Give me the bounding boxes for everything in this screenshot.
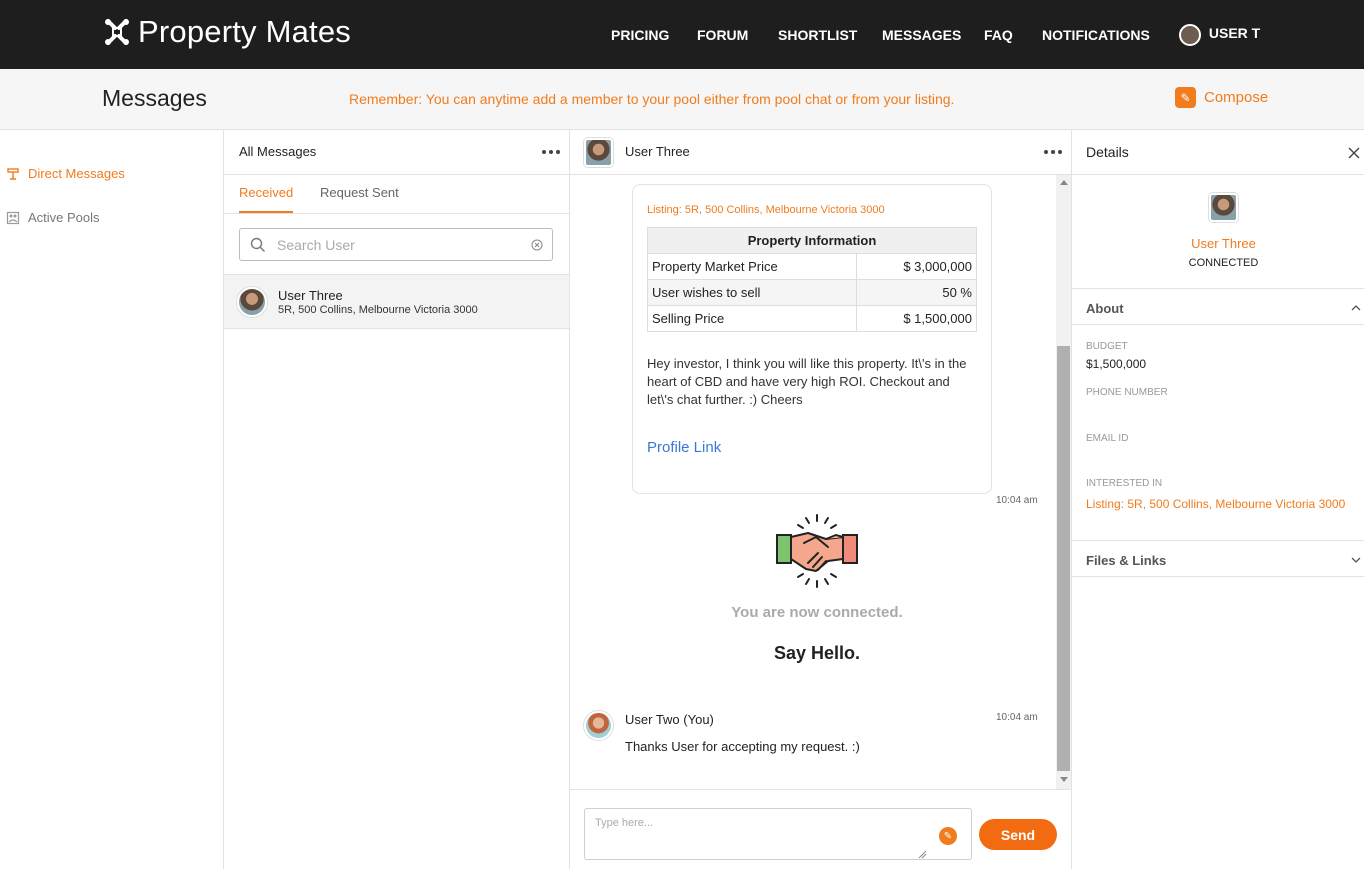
conversation-avatar [237,287,267,317]
phone-label: PHONE NUMBER [1086,387,1168,398]
chat-header-avatar [584,138,613,167]
property-information-table: Property Information Property Market Pri… [647,227,978,332]
table-cell-value: $ 3,000,000 [855,253,978,280]
interested-label: INTERESTED IN [1086,478,1163,489]
chat-scrollbar[interactable] [1056,175,1071,789]
compose-button[interactable]: ✎ Compose [1175,87,1268,108]
tab-request-sent[interactable]: Request Sent [320,185,399,200]
message-sidebar: Direct Messages Active Pools [0,130,224,869]
message-input[interactable] [595,817,925,851]
message-composer: ✎ [584,808,972,860]
nav-pricing[interactable]: PRICING [611,27,669,43]
profile-link[interactable]: Profile Link [647,439,721,456]
details-header: Details [1072,130,1364,175]
compose-label: Compose [1204,89,1269,106]
chat-panel: User Three Listing: 5R, 500 Collins, Mel… [570,130,1072,869]
reply-message-text: Thanks User for accepting my request. :) [625,739,860,754]
more-options-icon[interactable] [1044,150,1062,154]
listing-link[interactable]: Listing: 5R, 500 Collins, Melbourne Vict… [647,204,885,216]
nav-faq[interactable]: FAQ [984,27,1013,43]
sender-avatar [584,711,613,740]
brand-logo[interactable]: Property Mates [102,14,351,50]
composer-divider [570,789,1071,790]
pool-icon [6,211,20,224]
table-cell-label: Property Market Price [647,253,857,280]
conversation-name: User Three [278,288,343,303]
nav-user-label: USER T [1208,25,1261,42]
pencil-icon: ✎ [1175,87,1196,108]
conversation-item[interactable]: User Three 5R, 500 Collins, Melbourne Vi… [224,274,569,329]
chat-header-name: User Three [625,144,690,159]
message-timestamp: 10:04 am [996,712,1038,723]
clear-search-icon[interactable] [531,239,543,251]
chat-messages-area[interactable]: Listing: 5R, 500 Collins, Melbourne Vict… [570,175,1071,789]
table-row: Selling Price $ 1,500,000 [647,305,978,332]
connected-status-text: You are now connected. [731,604,903,621]
nav-user-menu[interactable]: USER T [1179,23,1261,46]
say-hello-text: Say Hello. [773,643,861,663]
listing-message-card: Listing: 5R, 500 Collins, Melbourne Vict… [632,184,992,494]
details-title: Details [1086,144,1129,160]
list-panel-header: All Messages [224,130,569,175]
nav-messages[interactable]: MESSAGES [882,27,961,43]
top-navigation-bar: Property Mates PRICING FORUM SHORTLIST M… [0,0,1364,69]
send-button[interactable]: Send [979,819,1057,850]
brand-name: Property Mates [138,14,351,49]
about-label: About [1086,301,1124,316]
search-user-input[interactable] [277,235,517,255]
tab-received[interactable]: Received [239,185,293,200]
connection-status-badge: CONNECTED [1188,257,1259,269]
table-row: Property Market Price $ 3,000,000 [647,253,978,280]
chat-header: User Three [570,130,1071,175]
scrollbar-thumb[interactable] [1057,346,1070,771]
nav-forum[interactable]: FORUM [697,27,748,43]
table-cell-label: User wishes to sell [647,279,857,306]
sidebar-item-label: Active Pools [28,210,100,225]
nav-shortlist[interactable]: SHORTLIST [778,27,857,43]
scroll-up-arrow-icon[interactable] [1060,180,1068,185]
details-name: User Three [1191,236,1256,251]
chevron-down-icon [1351,557,1361,563]
sidebar-item-active-pools[interactable]: Active Pools [6,210,100,225]
list-panel-title: All Messages [239,144,317,159]
active-tab-indicator [239,211,293,213]
attach-pencil-icon[interactable]: ✎ [939,827,957,845]
budget-label: BUDGET [1086,341,1128,352]
table-header: Property Information [647,227,977,254]
property-mates-logo-icon [105,19,129,45]
reminder-banner: Remember: You can anytime add a member t… [349,91,955,107]
conversation-subtitle: 5R, 500 Collins, Melbourne Victoria 3000 [278,304,478,316]
handshake-icon [776,514,858,588]
chevron-up-icon [1351,305,1361,311]
table-cell-value: 50 % [855,279,978,306]
page-title: Messages [102,85,207,111]
details-avatar [1209,193,1238,222]
about-section-header[interactable]: About [1072,288,1364,325]
message-tabs: Received Request Sent [224,175,569,214]
search-icon [250,237,265,252]
search-box [239,228,553,261]
files-links-section-header[interactable]: Files & Links [1072,540,1364,577]
resize-handle-icon[interactable] [917,849,927,859]
message-timestamp: 10:04 am [996,495,1038,506]
nav-notifications[interactable]: NOTIFICATIONS [1042,27,1150,43]
direct-messages-icon [7,167,19,180]
email-label: EMAIL ID [1086,433,1129,444]
files-links-label: Files & Links [1086,553,1167,568]
more-options-icon[interactable] [542,150,560,154]
scroll-down-arrow-icon[interactable] [1060,777,1068,782]
conversation-list-panel: All Messages Received Request Sent User … [224,130,570,869]
table-cell-value: $ 1,500,000 [855,305,978,332]
table-row: User wishes to sell 50 % [647,279,978,306]
sidebar-item-direct-messages[interactable]: Direct Messages [6,166,125,181]
budget-value: $1,500,000 [1086,357,1147,371]
reply-sender-name: User Two (You) [625,712,714,727]
close-icon[interactable] [1348,147,1360,159]
interested-listing-link[interactable]: Listing: 5R, 500 Collins, Melbourne Vict… [1086,497,1345,511]
listing-message-text: Hey investor, I think you will like this… [647,356,967,407]
sidebar-item-label: Direct Messages [28,166,125,181]
details-panel: Details User Three CONNECTED About BUDGE… [1072,130,1364,869]
user-avatar [1179,23,1201,46]
table-cell-label: Selling Price [647,305,857,332]
